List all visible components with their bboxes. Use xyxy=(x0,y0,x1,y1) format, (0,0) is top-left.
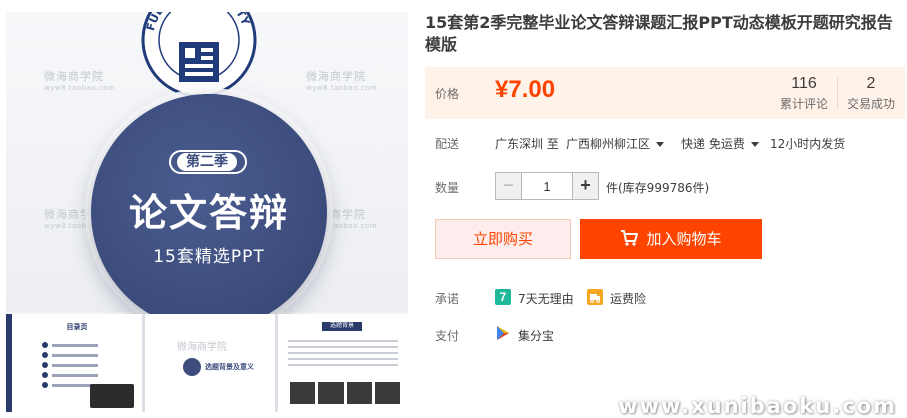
return-policy-link[interactable]: 7天无理由 xyxy=(518,290,574,307)
product-cover: FUDAN UNIVERSITY 微海商学院 wyw8.taobao.com 微… xyxy=(6,12,408,330)
product-image[interactable]: FUDAN UNIVERSITY 微海商学院 wyw8.taobao.com 微… xyxy=(6,12,408,412)
sales-count: 2 xyxy=(866,75,876,92)
quantity-decrease-button[interactable]: − xyxy=(496,173,522,199)
thumbnail-header: 目录页 xyxy=(66,324,88,331)
cover-circle: 第二季 论文答辩 15套精选PPT xyxy=(91,94,327,330)
search-icon xyxy=(183,358,201,376)
preview-thumbnails: 目录页 微海商学院 选题背景及意义 选题背景 xyxy=(6,314,408,412)
chevron-down-icon xyxy=(656,142,665,147)
stock-info: 件(库存999786件) xyxy=(606,181,710,195)
chevron-down-icon xyxy=(750,142,759,147)
sales-stat: 2 交易成功 xyxy=(840,75,902,112)
season-badge-text: 第二季 xyxy=(177,153,237,171)
shipping-method-select[interactable]: 快递 免运费 xyxy=(681,135,759,152)
delivery-destination-select[interactable]: 广西柳州柳江区 xyxy=(566,135,665,152)
quantity-input[interactable] xyxy=(522,173,572,199)
divider xyxy=(837,77,838,109)
seven-day-return-icon: 7 xyxy=(495,289,511,305)
thumbnail-2: 微海商学院 选题背景及意义 xyxy=(145,314,275,412)
promise-label: 承诺 xyxy=(435,292,460,306)
shipping-insurance-icon xyxy=(587,289,603,305)
payment-method: 集分宝 xyxy=(518,329,555,343)
site-watermark: www.xunibaoku.com xyxy=(618,394,897,418)
delivery-label: 配送 xyxy=(435,137,460,151)
reviews-label: 累计评论 xyxy=(779,97,828,111)
quantity-label: 数量 xyxy=(435,181,460,195)
shipping-method: 快递 免运费 xyxy=(681,137,745,151)
shipping-insurance-link[interactable]: 运费险 xyxy=(610,290,646,307)
quantity-stepper: − + xyxy=(495,172,599,200)
product-title: 15套第2季完整毕业论文答辩课题汇报PPT动态模板开题研究报告模版 xyxy=(425,13,893,54)
university-seal-logo: FUDAN UNIVERSITY xyxy=(141,12,257,98)
cover-title: 论文答辩 xyxy=(128,191,289,235)
laptop-icon xyxy=(90,384,134,408)
jifenbao-icon xyxy=(495,325,511,341)
season-badge: 第二季 xyxy=(169,150,247,174)
cover-subtitle: 15套精选PPT xyxy=(153,247,265,267)
add-to-cart-label: 加入购物车 xyxy=(646,230,722,248)
watermark: 微海商学院 wyw8.taobao.com xyxy=(306,70,378,92)
delivery-from: 广东深圳 至 xyxy=(495,137,559,151)
sales-label: 交易成功 xyxy=(846,97,895,111)
add-to-cart-button[interactable]: 加入购物车 xyxy=(580,219,762,259)
price-panel: 价格 ¥7.00 116 累计评论 2 交易成功 xyxy=(425,67,905,119)
thumbnail-header: 选题背景 xyxy=(322,322,362,331)
dispatch-time: 12小时内发货 xyxy=(770,137,846,151)
price-value: ¥7.00 xyxy=(495,76,556,103)
price-label: 价格 xyxy=(435,87,460,101)
photo-strip xyxy=(290,382,400,404)
reviews-stat[interactable]: 116 累计评论 xyxy=(773,75,835,112)
thumbnail-1: 目录页 xyxy=(6,314,142,412)
thumbnail-3: 选题背景 xyxy=(278,314,408,412)
watermark: 微海商学院 wyw8.taobao.com xyxy=(44,70,116,92)
shopping-cart-icon xyxy=(621,230,639,246)
quantity-increase-button[interactable]: + xyxy=(572,173,598,199)
thumbnail-text: 选题背景及意义 xyxy=(205,364,254,371)
watermark: 微海商学院 xyxy=(177,342,227,353)
reviews-count: 116 xyxy=(791,75,817,92)
buy-now-button[interactable]: 立即购买 xyxy=(435,219,571,259)
payment-label: 支付 xyxy=(435,329,460,343)
delivery-destination: 广西柳州柳江区 xyxy=(566,137,651,151)
